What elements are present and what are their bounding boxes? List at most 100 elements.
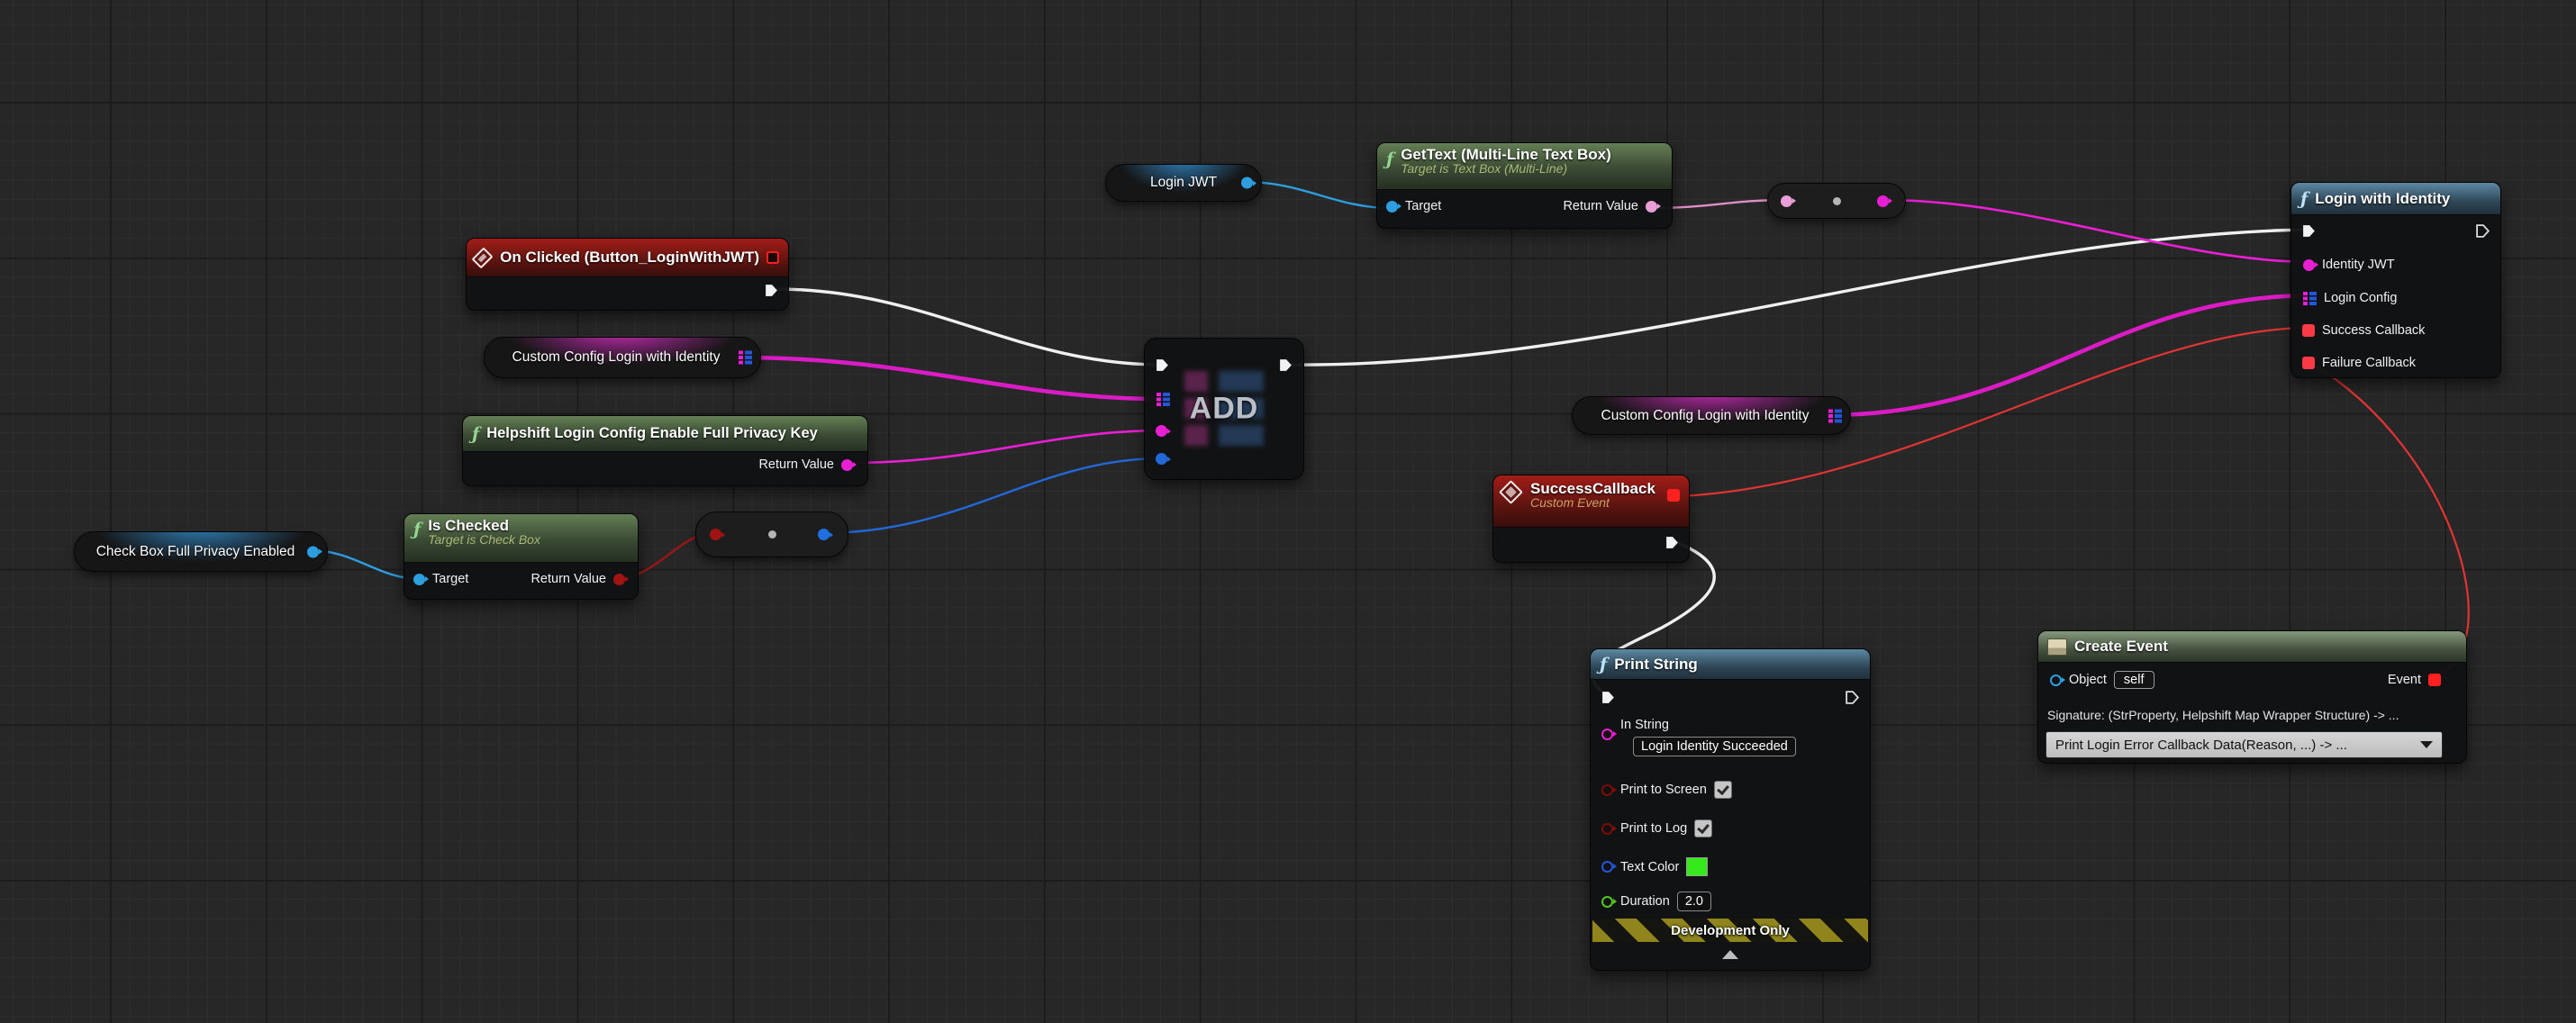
node-header[interactable]: ƒ GetText (Multi-Line Text Box) Target i…: [1377, 143, 1672, 190]
dropdown-value: Print Login Error Callback Data(Reason, …: [2055, 738, 2347, 753]
node-create-event[interactable]: Create Event Object self Event Signature…: [2037, 630, 2467, 764]
node-custom-config-right[interactable]: Custom Config Login with Identity: [1572, 396, 1851, 435]
print-to-log-pin[interactable]: [1601, 823, 1613, 835]
pin-label: Event: [2388, 673, 2421, 687]
node-success-callback[interactable]: SuccessCallback Custom Event: [1492, 475, 1690, 563]
node-header[interactable]: ƒ Login with Identity: [2291, 183, 2500, 215]
return-value-pin[interactable]: [841, 459, 853, 471]
print-to-screen-row: Print to Screen: [1601, 781, 1732, 799]
identity-jwt-row: Identity JWT: [2303, 258, 2395, 272]
event-delegate-pin[interactable]: [2428, 674, 2441, 686]
node-header[interactable]: Create Event: [2038, 631, 2466, 663]
conversion-dot-icon: [768, 530, 776, 539]
map-output-pin[interactable]: [739, 351, 752, 365]
event-pin-row: Event: [2388, 673, 2441, 687]
value-pin[interactable]: [1156, 453, 1167, 465]
exec-out-row: [764, 283, 779, 298]
pin-label: Object: [2069, 673, 2107, 687]
function-icon: ƒ: [472, 424, 479, 444]
pin-label: Duration: [1620, 894, 1670, 909]
object-pin-row: Object self: [2050, 671, 2154, 689]
return-value-pin[interactable]: [613, 574, 625, 585]
login-config-map-pin[interactable]: [2303, 292, 2317, 305]
output-pin[interactable]: [818, 529, 830, 540]
matching-function-dropdown[interactable]: Print Login Error Callback Data(Reason, …: [2045, 731, 2443, 758]
success-callback-pin[interactable]: [2302, 324, 2315, 337]
node-gettext[interactable]: ƒ GetText (Multi-Line Text Box) Target i…: [1376, 142, 1673, 229]
node-on-clicked[interactable]: On Clicked (Button_LoginWithJWT): [466, 238, 789, 311]
pin-label: Identity JWT: [2322, 258, 2395, 272]
node-header[interactable]: ƒ Print String: [1591, 649, 1870, 680]
exec-out-pin[interactable]: [1278, 358, 1293, 373]
node-login-with-identity[interactable]: ƒ Login with Identity Identity JWT Login…: [2290, 182, 2501, 378]
event-icon: [471, 247, 493, 268]
exec-out-pin[interactable]: [2475, 223, 2490, 239]
in-string-pin[interactable]: [1601, 729, 1613, 740]
node-header[interactable]: SuccessCallback Custom Event: [1493, 475, 1689, 528]
return-pin-row: Return Value: [1563, 199, 1657, 213]
text-color-swatch[interactable]: [1686, 857, 1708, 876]
exec-in-pin[interactable]: [1601, 690, 1616, 705]
duration-pin[interactable]: [1601, 896, 1613, 908]
target-map-pin[interactable]: [1156, 393, 1170, 406]
print-to-log-checkbox[interactable]: [1694, 819, 1712, 837]
in-string-input[interactable]: Login Identity Succeeded: [1633, 737, 1796, 756]
duration-input[interactable]: 2.0: [1677, 892, 1711, 911]
exec-in-pin[interactable]: [1155, 358, 1170, 373]
text-color-pin[interactable]: [1601, 861, 1613, 873]
object-output-pin[interactable]: [307, 546, 319, 557]
return-pin-row: Return Value: [758, 457, 853, 472]
node-map-add[interactable]: ADD: [1144, 338, 1304, 480]
success-callback-row: Success Callback: [2302, 323, 2425, 338]
text-input-pin[interactable]: [1781, 195, 1792, 207]
node-bool-conversion[interactable]: [695, 512, 848, 557]
node-header[interactable]: ƒ Is Checked Target is Check Box: [404, 514, 638, 563]
print-to-screen-checkbox[interactable]: [1714, 781, 1732, 799]
node-login-jwt[interactable]: Login JWT: [1105, 164, 1262, 202]
node-is-checked[interactable]: ƒ Is Checked Target is Check Box Target …: [404, 513, 639, 600]
exec-out-pin[interactable]: [1664, 535, 1680, 550]
delegate-pin[interactable]: [766, 251, 779, 264]
add-watermark-label: ADD: [1190, 392, 1259, 427]
variable-label: Custom Config Login with Identity: [1601, 408, 1810, 424]
value-wire-conv-to-add: [822, 458, 1160, 533]
identity-jwt-pin[interactable]: [2303, 259, 2315, 271]
exec-in-pin[interactable]: [2301, 223, 2317, 239]
exec-in-row: [1155, 358, 1170, 373]
bool-input-pin[interactable]: [710, 529, 721, 540]
exec-out-pin[interactable]: [1845, 690, 1860, 705]
target-pin[interactable]: [1386, 201, 1398, 213]
pin-label: Print to Screen: [1620, 783, 1707, 797]
return-value-pin[interactable]: [1646, 201, 1657, 213]
node-check-box-variable[interactable]: Check Box Full Privacy Enabled: [74, 531, 328, 572]
function-icon: ƒ: [1600, 655, 1607, 674]
node-custom-config-left[interactable]: Custom Config Login with Identity: [484, 337, 761, 378]
signature-text: Signature: (StrProperty, Helpshift Map W…: [2047, 708, 2399, 722]
print-to-log-row: Print to Log: [1601, 819, 1712, 837]
map-output-pin[interactable]: [1828, 409, 1842, 422]
target-pin[interactable]: [413, 574, 425, 585]
key-pin[interactable]: [1156, 425, 1167, 437]
node-tostring-conversion[interactable]: [1767, 183, 1906, 219]
delegate-pin[interactable]: [1667, 489, 1680, 502]
pin-label: Return Value: [758, 457, 834, 472]
failure-callback-pin[interactable]: [2302, 357, 2315, 369]
node-header[interactable]: ƒ Helpshift Login Config Enable Full Pri…: [463, 416, 867, 452]
node-title: Print String: [1614, 656, 1698, 674]
development-only-banner: Development Only: [1592, 919, 1868, 942]
text-color-row: Text Color: [1601, 857, 1708, 876]
print-to-screen-pin[interactable]: [1601, 784, 1613, 796]
object-output-pin[interactable]: [1241, 177, 1253, 189]
string-output-pin[interactable]: [1877, 195, 1889, 207]
node-helpshift-privacy-key[interactable]: ƒ Helpshift Login Config Enable Full Pri…: [462, 415, 868, 486]
node-print-string[interactable]: ƒ Print String In String Login Identity …: [1590, 648, 1871, 971]
node-header[interactable]: On Clicked (Button_LoginWithJWT): [467, 239, 788, 277]
object-pin[interactable]: [2050, 674, 2062, 686]
string-wire-helpshift-to-add: [848, 430, 1160, 463]
exec-out-pin[interactable]: [764, 283, 779, 298]
pin-label: Success Callback: [2322, 323, 2425, 338]
login-config-row: Login Config: [2303, 291, 2397, 305]
node-title: On Clicked (Button_LoginWithJWT): [500, 249, 759, 267]
collapse-arrow-icon[interactable]: [1722, 950, 1738, 959]
object-self-input[interactable]: self: [2114, 671, 2154, 689]
